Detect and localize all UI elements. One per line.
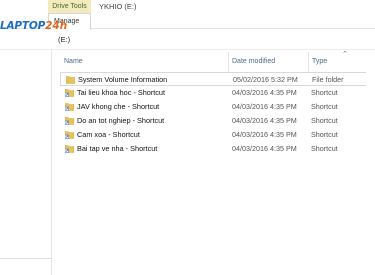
file-name: Do an tot nghiep - Shortcut: [77, 116, 165, 125]
logo-suffix: 24h: [45, 20, 68, 32]
shortcut-folder-icon: [64, 130, 75, 139]
navigation-pane[interactable]: [0, 50, 52, 275]
file-name: System Volume Information: [78, 75, 168, 84]
file-date-modified: 05/02/2016 5:32 PM: [233, 75, 298, 84]
file-type: Shortcut: [311, 88, 338, 97]
window-title: YKHIO (E:): [99, 2, 137, 11]
file-row[interactable]: JAV khong che - Shortcut 04/03/2016 4:35…: [60, 100, 375, 114]
file-type: Shortcut: [311, 130, 338, 139]
file-date-modified: 04/03/2016 4:35 PM: [232, 116, 297, 125]
file-name: JAV khong che - Shortcut: [77, 102, 160, 111]
file-row[interactable]: Cam xoa - Shortcut 04/03/2016 4:35 PM Sh…: [60, 128, 375, 142]
shortcut-folder-icon: [64, 88, 75, 97]
file-type: Shortcut: [311, 102, 338, 111]
shortcut-folder-icon: [64, 144, 75, 153]
file-row[interactable]: Bai tap ve nha - Shortcut 04/03/2016 4:3…: [60, 142, 375, 156]
drive-tools-context-tab[interactable]: Drive Tools: [48, 0, 91, 13]
file-row[interactable]: Tai lieu khoa hoc - Shortcut 04/03/2016 …: [60, 86, 375, 100]
file-name: Cam xoa - Shortcut: [77, 130, 140, 139]
file-row[interactable]: System Volume Information 05/02/2016 5:3…: [60, 72, 375, 86]
logo-text: LAPTOP: [0, 20, 46, 32]
file-date-modified: 04/03/2016 4:35 PM: [232, 144, 297, 153]
vertical-scrollbar[interactable]: [366, 72, 375, 275]
file-date-modified: 04/03/2016 4:35 PM: [232, 102, 297, 111]
file-name: Bai tap ve nha - Shortcut: [77, 144, 158, 153]
column-header-name[interactable]: Name: [60, 52, 228, 72]
file-type: File folder: [312, 75, 344, 84]
shortcut-folder-icon: [64, 102, 75, 111]
column-header-date-modified[interactable]: Date modified: [228, 52, 308, 72]
file-date-modified: 04/03/2016 4:35 PM: [232, 88, 297, 97]
chevron-up-icon: ⌃: [342, 51, 348, 58]
navigation-pane-divider: [0, 258, 52, 275]
file-row[interactable]: Do an tot nghiep - Shortcut 04/03/2016 4…: [60, 114, 375, 128]
file-type: Shortcut: [311, 116, 338, 125]
file-date-modified: 04/03/2016 4:35 PM: [232, 130, 297, 139]
folder-icon: [65, 75, 76, 84]
laptop24h-logo: LAPTOP 24h: [0, 20, 67, 40]
file-name: Tai lieu khoa hoc - Shortcut: [77, 88, 166, 97]
column-header-type[interactable]: Type: [308, 52, 366, 72]
file-type: Shortcut: [311, 144, 338, 153]
shortcut-folder-icon: [64, 116, 75, 125]
